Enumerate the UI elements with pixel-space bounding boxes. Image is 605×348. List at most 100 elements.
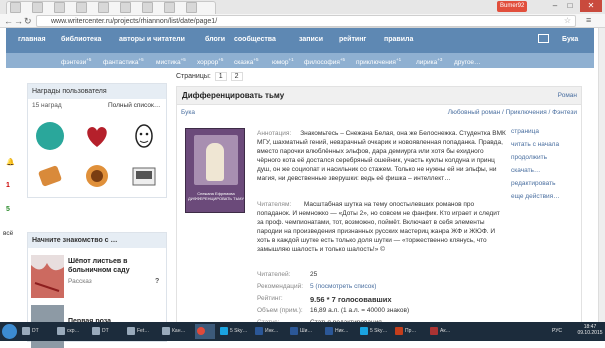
taskbar-item[interactable]: Пр… <box>393 324 425 339</box>
taskbar-item[interactable]: Ник… <box>323 324 355 339</box>
start-button-icon[interactable] <box>2 324 17 339</box>
genre-link-adventure[interactable]: приключения+1 <box>356 57 401 66</box>
award-portrait-icon[interactable] <box>130 122 158 150</box>
tab-favicon[interactable] <box>164 2 175 13</box>
award-sun-icon[interactable] <box>83 162 111 190</box>
browser-user-badge[interactable]: Bumer92 <box>497 1 528 12</box>
taskbar-item[interactable]: скр… <box>55 324 87 339</box>
minimize-icon[interactable]: – <box>548 0 562 12</box>
back-icon[interactable]: ← <box>4 15 13 27</box>
readers-note-label: Читателям: <box>257 201 292 208</box>
tab-favicon[interactable] <box>76 2 87 13</box>
nav-authors[interactable]: авторы и читатели <box>119 36 185 43</box>
keyboard-language[interactable]: РУС <box>552 328 562 334</box>
nav-user-name[interactable]: Бука <box>562 36 578 43</box>
site-main-nav: главная библиотека авторы и читатели бло… <box>6 28 594 53</box>
action-read-from-start[interactable]: читать с начала <box>511 141 579 154</box>
skype-icon <box>360 327 368 335</box>
readers-row: Читателей: 25 <box>257 271 317 278</box>
genre-link-scifi[interactable]: фантастика+5 <box>103 57 144 66</box>
genre-link-lyric[interactable]: лирика+3 <box>416 57 442 66</box>
nav-home[interactable]: главная <box>18 36 46 43</box>
action-continue[interactable]: продолжить <box>511 154 579 167</box>
taskbar-item[interactable]: Fet… <box>125 324 157 339</box>
action-download[interactable]: скачать… <box>511 167 579 180</box>
tab-favicon[interactable] <box>142 2 153 13</box>
taskbar-item[interactable]: 5 Sky… <box>218 324 250 339</box>
rating-row: Рейтинг: 9.56 * 7 голосовавших <box>257 295 392 304</box>
recs-link[interactable]: 5 (посмотреть список) <box>310 283 376 290</box>
page-2-link[interactable]: 2 <box>230 72 243 81</box>
nav-posts[interactable]: записи <box>299 36 323 43</box>
taskbar-item-browser[interactable] <box>195 324 215 339</box>
genre-link-humor[interactable]: юмор+1 <box>272 57 294 66</box>
work-author[interactable]: Бука <box>181 109 195 116</box>
tab-favicon[interactable] <box>186 2 197 13</box>
taskbar-item[interactable]: Ак… <box>428 324 460 339</box>
genre-link-philosophy[interactable]: философия+5 <box>304 57 345 66</box>
work-title[interactable]: Дифференцировать тьму <box>182 91 284 100</box>
genre-link-other[interactable]: другое… <box>454 57 481 66</box>
recs-label: Рекомендаций: <box>257 283 304 290</box>
meet-item-mark: ? <box>155 278 160 285</box>
nav-communities[interactable]: сообщества <box>234 36 276 43</box>
nav-rules[interactable]: правила <box>384 36 413 43</box>
genre-link-horror[interactable]: хоррор+5 <box>197 57 223 66</box>
nav-library[interactable]: библиотека <box>61 36 101 43</box>
work-genres[interactable]: Любовный роман / Приключения / Фэнтези <box>448 109 577 116</box>
bookmark-star-icon[interactable]: ☆ <box>564 16 571 25</box>
action-edit[interactable]: редактировать <box>511 180 579 193</box>
award-scroll-icon[interactable] <box>36 162 64 190</box>
taskbar-item[interactable]: Кан… <box>160 324 192 339</box>
clock-date: 09.10.2015 <box>577 330 603 336</box>
tab-favicon[interactable] <box>54 2 65 13</box>
work-actions: страница читать с начала продолжить скач… <box>511 128 579 206</box>
book-cover[interactable]: Снежана Ефремова ДИФФЕРЕНЦИРОВАТЬ ТЬМУ <box>185 128 245 213</box>
taskbar-item[interactable]: Инк… <box>253 324 285 339</box>
genre-link-fantasy[interactable]: фэнтези+5 <box>61 57 91 66</box>
taskbar-item[interactable]: DT <box>20 324 52 339</box>
reload-icon[interactable]: ↻ <box>24 15 32 27</box>
left-strip-count-1[interactable]: 1 <box>6 182 10 189</box>
app-icon <box>92 327 100 335</box>
browser-menu-icon[interactable]: ≡ <box>586 15 591 25</box>
awards-title: Награды пользователя <box>28 84 166 99</box>
taskbar-item[interactable]: 5 Sky… <box>358 324 390 339</box>
left-strip-count-2[interactable]: 5 <box>6 206 10 213</box>
tab-favicon[interactable] <box>98 2 109 13</box>
skype-icon <box>220 327 228 335</box>
page-scrollbar[interactable] <box>598 28 605 328</box>
meet-item-title[interactable]: Шёпот листьев в больничном саду <box>68 257 163 275</box>
taskbar-item[interactable]: Ши… <box>288 324 320 339</box>
action-page[interactable]: страница <box>511 128 579 141</box>
left-strip-all[interactable]: всё <box>3 230 13 237</box>
award-writer-icon[interactable] <box>130 162 158 190</box>
mail-icon[interactable] <box>538 34 549 43</box>
tab-favicon[interactable] <box>120 2 131 13</box>
genre-link-fairytale[interactable]: сказка+5 <box>234 57 259 66</box>
maximize-icon[interactable]: □ <box>563 0 577 12</box>
tab-favicon[interactable] <box>32 2 43 13</box>
taskbar-clock[interactable]: 18:47 09.10.2015 <box>576 324 604 336</box>
meet-item-genre: Рассказ <box>68 278 92 285</box>
taskbar-item[interactable]: DT <box>90 324 122 339</box>
award-heart-icon[interactable] <box>83 122 111 150</box>
app-icon <box>22 327 30 335</box>
tab-favicon[interactable] <box>10 2 21 13</box>
bell-icon[interactable]: 🔔 <box>6 158 15 166</box>
awards-full-list-link[interactable]: Полный список… <box>108 102 160 109</box>
work-category[interactable]: Роман <box>558 92 577 99</box>
work-thumbnail[interactable] <box>31 255 64 298</box>
readers-note-text: Масштабная шутка на тему опостылевших ро… <box>257 201 500 253</box>
close-icon[interactable]: ✕ <box>580 0 602 12</box>
powerpoint-icon <box>395 327 403 335</box>
award-teal-badge[interactable] <box>36 122 64 150</box>
address-input[interactable]: www.writercenter.ru/projects/rhiannon/li… <box>36 15 576 27</box>
page-1-link[interactable]: 1 <box>214 72 227 81</box>
genre-link-mystic[interactable]: мистика+5 <box>156 57 186 66</box>
genre-nav: фэнтези+5 фантастика+5 мистика+5 хоррор+… <box>6 53 594 68</box>
nav-rating[interactable]: рейтинг <box>339 36 366 43</box>
forward-icon[interactable]: → <box>14 15 23 27</box>
action-more[interactable]: еще действия… <box>511 193 579 206</box>
nav-blogs[interactable]: блоги <box>205 36 225 43</box>
